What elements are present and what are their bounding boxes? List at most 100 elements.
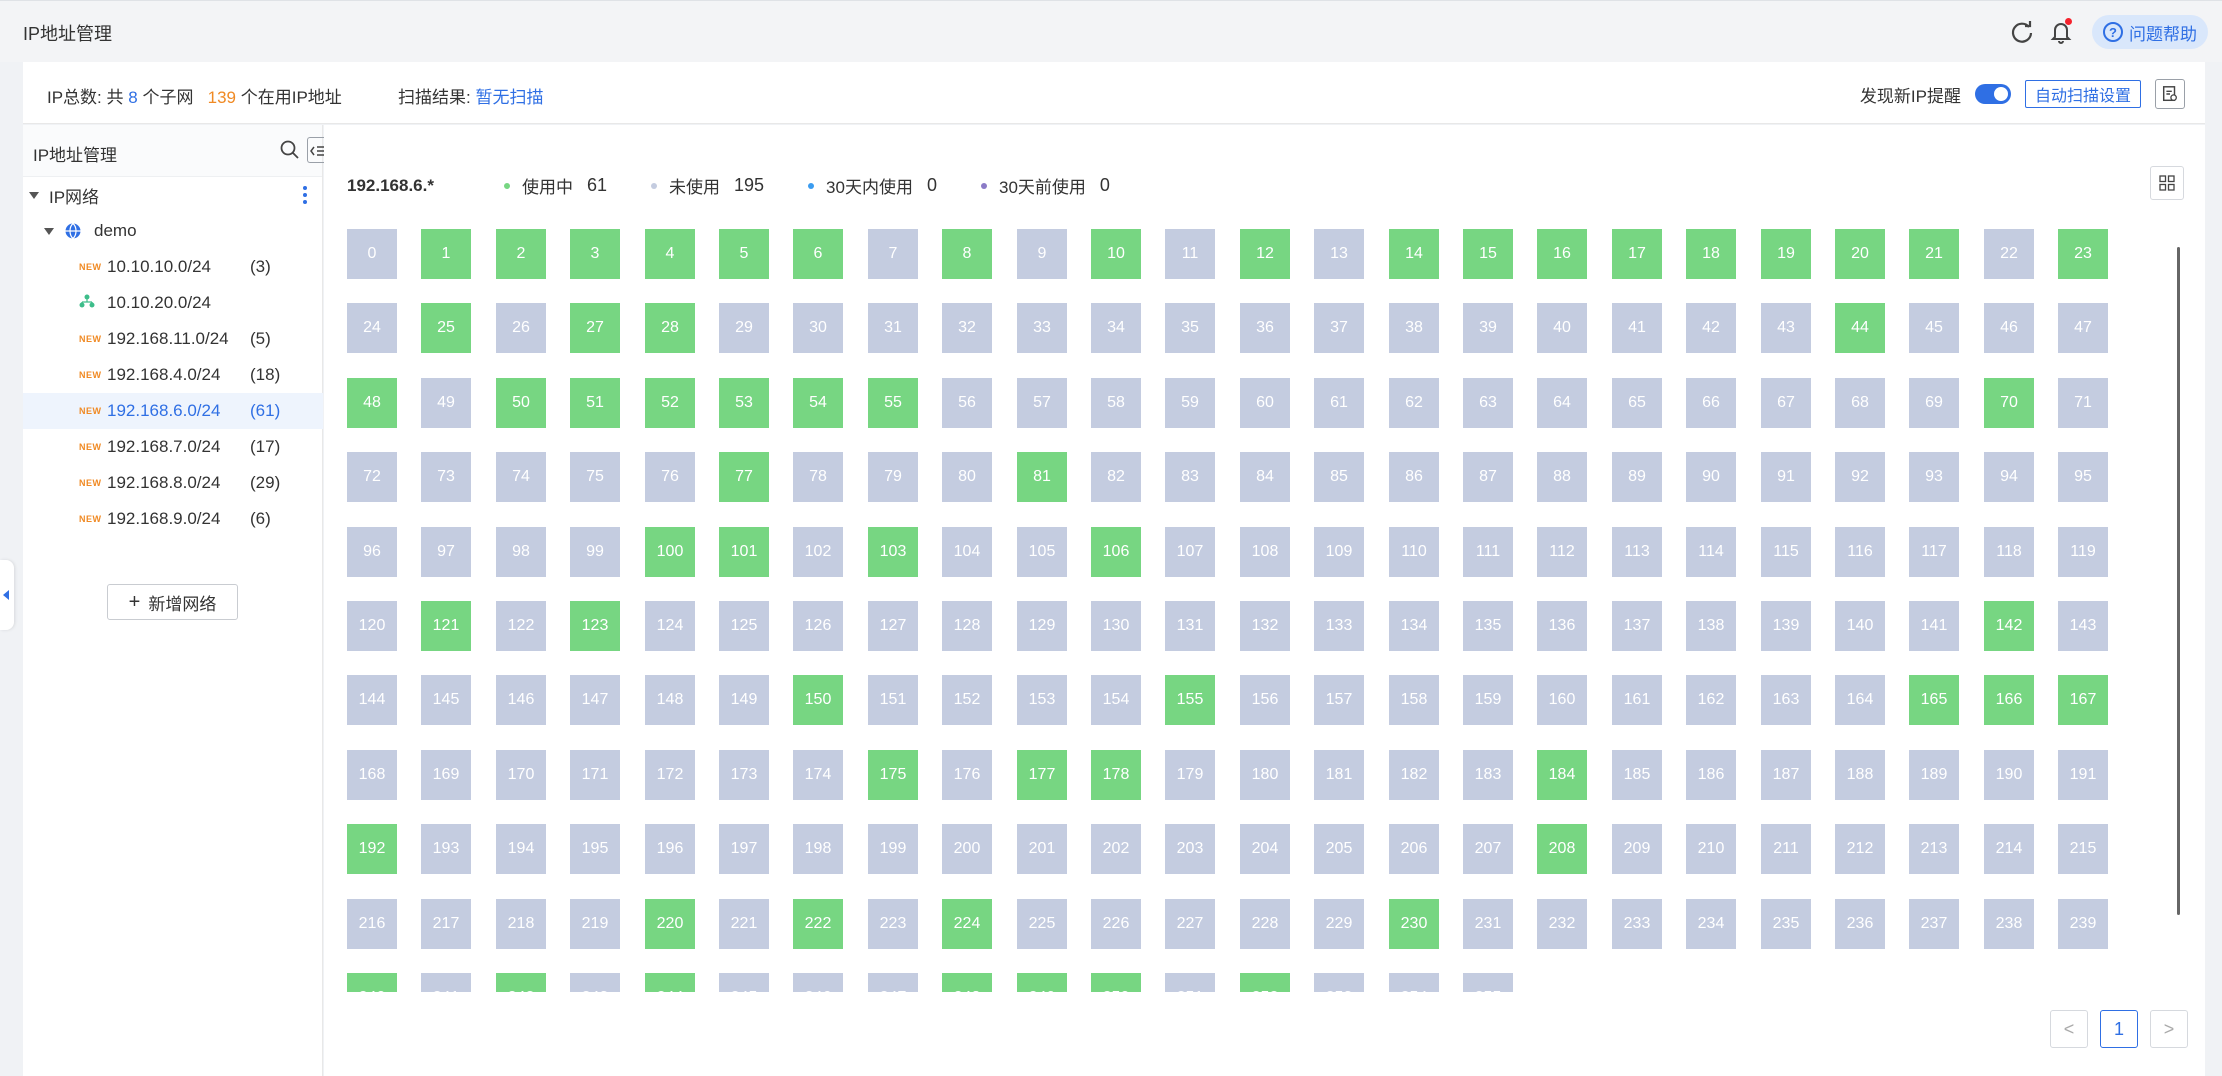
ip-cell-used[interactable]: 175 [868, 750, 918, 800]
ip-cell-free[interactable]: 43 [1761, 303, 1811, 353]
ip-cell-free[interactable]: 108 [1240, 527, 1290, 577]
ip-cell-used[interactable]: 54 [793, 378, 843, 428]
ip-cell-free[interactable]: 40 [1537, 303, 1587, 353]
ip-cell-free[interactable]: 105 [1017, 527, 1067, 577]
ip-cell-free[interactable]: 41 [1612, 303, 1662, 353]
ip-cell-free[interactable]: 96 [347, 527, 397, 577]
ip-cell-free[interactable]: 111 [1463, 527, 1513, 577]
ip-cell-free[interactable]: 187 [1761, 750, 1811, 800]
ip-cell-free[interactable]: 90 [1686, 452, 1736, 502]
auto-scan-settings-button[interactable]: 自动扫描设置 [2024, 80, 2141, 108]
scan-result-link[interactable]: 暂无扫描 [475, 88, 543, 107]
ip-cell-free[interactable]: 85 [1314, 452, 1364, 502]
ip-cell-free[interactable]: 33 [1017, 303, 1067, 353]
ip-cell-free[interactable]: 122 [496, 601, 546, 651]
ip-cell-used[interactable]: 3 [570, 229, 620, 279]
ip-cell-free[interactable]: 217 [421, 899, 471, 949]
ip-cell-free[interactable]: 136 [1537, 601, 1587, 651]
ip-cell-free[interactable]: 190 [1984, 750, 2034, 800]
ip-cell-free[interactable]: 213 [1909, 824, 1959, 874]
ip-cell-used[interactable]: 123 [570, 601, 620, 651]
ip-cell-free[interactable]: 131 [1165, 601, 1215, 651]
ip-cell-free[interactable]: 156 [1240, 675, 1290, 725]
ip-cell-free[interactable]: 76 [645, 452, 695, 502]
ip-cell-free[interactable]: 201 [1017, 824, 1067, 874]
ip-cell-free[interactable]: 231 [1463, 899, 1513, 949]
ip-cell-used[interactable]: 100 [645, 527, 695, 577]
ip-cell-free[interactable]: 98 [496, 527, 546, 577]
ip-cell-free[interactable]: 120 [347, 601, 397, 651]
ip-cell-free[interactable]: 80 [942, 452, 992, 502]
ip-cell-free[interactable]: 138 [1686, 601, 1736, 651]
ip-cell-free[interactable]: 214 [1984, 824, 2034, 874]
ip-cell-free[interactable]: 130 [1091, 601, 1141, 651]
ip-cell-free[interactable]: 182 [1389, 750, 1439, 800]
ip-cell-free[interactable]: 62 [1389, 378, 1439, 428]
ip-cell-free[interactable]: 203 [1165, 824, 1215, 874]
ip-cell-free[interactable]: 38 [1389, 303, 1439, 353]
ip-cell-used[interactable]: 1 [421, 229, 471, 279]
ip-cell-free[interactable]: 64 [1537, 378, 1587, 428]
ip-cell-free[interactable]: 137 [1612, 601, 1662, 651]
ip-cell-free[interactable]: 232 [1537, 899, 1587, 949]
ip-cell-free[interactable]: 149 [719, 675, 769, 725]
subnet-item[interactable]: NEW 10.10.10.0/24 (3) [23, 249, 323, 285]
subnet-item[interactable]: NEW 192.168.8.0/24 (29) [23, 465, 323, 501]
ip-cell-free[interactable]: 251 [1165, 973, 1215, 992]
ip-cell-used[interactable]: 44 [1835, 303, 1885, 353]
ip-cell-free[interactable]: 238 [1984, 899, 2034, 949]
ip-cell-free[interactable]: 37 [1314, 303, 1364, 353]
ip-cell-free[interactable]: 114 [1686, 527, 1736, 577]
ip-cell-free[interactable]: 205 [1314, 824, 1364, 874]
add-network-button[interactable]: + 新增网络 [107, 584, 238, 620]
ip-cell-used[interactable]: 252 [1240, 973, 1290, 992]
ip-cell-free[interactable]: 196 [645, 824, 695, 874]
page-button-current[interactable]: 1 [2100, 1010, 2138, 1048]
ip-cell-free[interactable]: 189 [1909, 750, 1959, 800]
new-ip-alert-toggle[interactable] [1974, 84, 2011, 104]
ip-cell-used[interactable]: 52 [645, 378, 695, 428]
ip-cell-free[interactable]: 171 [570, 750, 620, 800]
ip-cell-used[interactable]: 6 [793, 229, 843, 279]
ip-cell-free[interactable]: 97 [421, 527, 471, 577]
ip-cell-used[interactable]: 10 [1091, 229, 1141, 279]
ip-cell-free[interactable]: 65 [1612, 378, 1662, 428]
ip-cell-free[interactable]: 75 [570, 452, 620, 502]
ip-cell-used[interactable]: 106 [1091, 527, 1141, 577]
ip-cell-free[interactable]: 57 [1017, 378, 1067, 428]
ip-cell-free[interactable]: 46 [1984, 303, 2034, 353]
ip-cell-used[interactable]: 20 [1835, 229, 1885, 279]
ip-cell-used[interactable]: 242 [496, 973, 546, 992]
ip-cell-used[interactable]: 248 [942, 973, 992, 992]
more-icon[interactable] [303, 186, 307, 204]
ip-cell-used[interactable]: 220 [645, 899, 695, 949]
ip-cell-used[interactable]: 15 [1463, 229, 1513, 279]
ip-cell-free[interactable]: 228 [1240, 899, 1290, 949]
ip-cell-free[interactable]: 207 [1463, 824, 1513, 874]
ip-cell-free[interactable]: 199 [868, 824, 918, 874]
caret-down-icon[interactable] [29, 191, 39, 199]
ip-cell-free[interactable]: 152 [942, 675, 992, 725]
ip-cell-free[interactable]: 235 [1761, 899, 1811, 949]
ip-cell-free[interactable]: 133 [1314, 601, 1364, 651]
ip-cell-free[interactable]: 84 [1240, 452, 1290, 502]
ip-cell-free[interactable]: 102 [793, 527, 843, 577]
ip-cell-free[interactable]: 169 [421, 750, 471, 800]
ip-cell-free[interactable]: 206 [1389, 824, 1439, 874]
search-icon[interactable] [279, 139, 301, 161]
ip-cell-free[interactable]: 109 [1314, 527, 1364, 577]
ip-cell-free[interactable]: 239 [2058, 899, 2108, 949]
ip-cell-free[interactable]: 117 [1909, 527, 1959, 577]
ip-cell-free[interactable]: 125 [719, 601, 769, 651]
ip-cell-free[interactable]: 194 [496, 824, 546, 874]
ip-cell-used[interactable]: 230 [1389, 899, 1439, 949]
ip-cell-free[interactable]: 129 [1017, 601, 1067, 651]
ip-cell-used[interactable]: 166 [1984, 675, 2034, 725]
subnet-item[interactable]: NEW 192.168.11.0/24 (5) [23, 321, 323, 357]
ip-cell-free[interactable]: 95 [2058, 452, 2108, 502]
ip-cell-used[interactable]: 142 [1984, 601, 2034, 651]
ip-cell-free[interactable]: 113 [1612, 527, 1662, 577]
ip-cell-free[interactable]: 127 [868, 601, 918, 651]
ip-cell-free[interactable]: 179 [1165, 750, 1215, 800]
ip-cell-free[interactable]: 172 [645, 750, 695, 800]
